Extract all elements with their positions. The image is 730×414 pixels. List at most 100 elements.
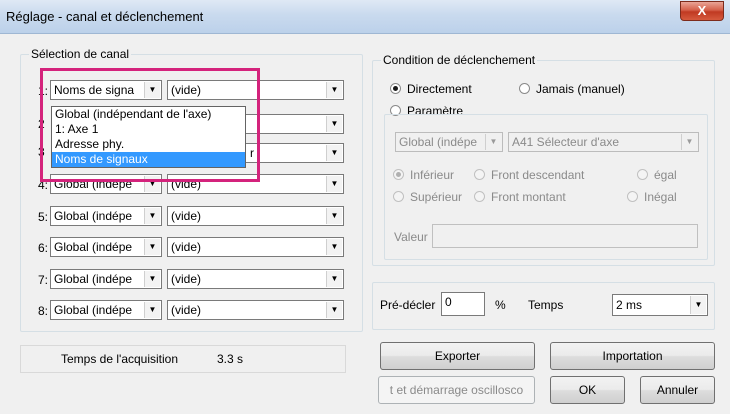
- row-6-value-combo[interactable]: (vide) ▼: [167, 237, 344, 257]
- titlebar: Réglage - canal et déclenchement X: [0, 0, 730, 34]
- valeur-field: [432, 224, 698, 248]
- exporter-button[interactable]: Exporter: [380, 342, 535, 370]
- param-axis-value: A41 Sélecteur d'axe: [512, 135, 620, 149]
- radio-unchecked-icon: [637, 169, 648, 180]
- row-6-value: (vide): [171, 240, 202, 254]
- chevron-down-icon[interactable]: ▼: [326, 302, 342, 318]
- row-1-signal-value: Noms de signa: [54, 83, 135, 97]
- radio-superieur-label: Supérieur: [410, 190, 463, 204]
- radio-inegal: Inégal: [627, 190, 677, 204]
- row-1-value: (vide): [171, 83, 202, 97]
- row-1-number: 1:: [38, 84, 49, 98]
- row-7-signal-combo[interactable]: Global (indépe ▼: [50, 269, 162, 289]
- row-4-value-combo[interactable]: (vide) ▼: [167, 174, 344, 194]
- pretrigger-unit: %: [495, 298, 506, 312]
- radio-superieur: Supérieur: [393, 190, 462, 204]
- chevron-down-icon[interactable]: ▼: [144, 302, 160, 318]
- radio-unchecked-icon[interactable]: [519, 83, 530, 94]
- pretrigger-field[interactable]: 0: [441, 292, 485, 316]
- radio-checked-icon: [393, 169, 404, 180]
- row-4-signal-combo[interactable]: Global (indépe ▼: [50, 174, 162, 194]
- chevron-down-icon[interactable]: ▼: [326, 82, 342, 98]
- chevron-down-icon: ▼: [485, 134, 501, 150]
- row-7-value-combo[interactable]: (vide) ▼: [167, 269, 344, 289]
- pretrigger-value: 0: [445, 295, 452, 309]
- row-5-value: (vide): [171, 209, 202, 223]
- row-6-number: 6:: [38, 241, 49, 255]
- radio-unchecked-icon: [474, 169, 485, 180]
- row-3-partial-text: r: [250, 146, 254, 160]
- channel-selection-label: Sélection de canal: [29, 47, 132, 61]
- row-1-value-combo[interactable]: (vide) ▼: [167, 80, 344, 100]
- row-8-number: 8:: [38, 304, 49, 318]
- chevron-down-icon[interactable]: ▼: [690, 296, 706, 314]
- row-4-number: 4:: [38, 178, 49, 192]
- row-5-signal-value: Global (indépe: [54, 209, 133, 223]
- chevron-down-icon[interactable]: ▼: [326, 239, 342, 255]
- dropdown-item-noms-signaux[interactable]: Noms de signaux: [52, 152, 245, 167]
- temps-label: Temps: [528, 298, 564, 312]
- row-8-value: (vide): [171, 303, 202, 317]
- row-3-number: 3: [38, 145, 45, 159]
- chevron-down-icon[interactable]: ▼: [326, 208, 342, 224]
- dropdown-item-global[interactable]: Global (indépendant de l'axe): [52, 107, 245, 122]
- radio-jamais[interactable]: Jamais (manuel): [519, 82, 625, 96]
- close-button[interactable]: X: [680, 1, 724, 21]
- window-title: Réglage - canal et déclenchement: [6, 9, 204, 24]
- row-7-number: 7:: [38, 273, 49, 287]
- ok-button[interactable]: OK: [550, 376, 625, 404]
- acquisition-panel: Temps de l'acquisition 3.3 s: [20, 345, 346, 373]
- row-7-signal-value: Global (indépe: [54, 272, 133, 286]
- row-7-value: (vide): [171, 272, 202, 286]
- dropdown-item-axe1[interactable]: 1: Axe 1: [52, 122, 245, 137]
- valeur-label: Valeur: [394, 230, 428, 244]
- radio-directement[interactable]: Directement: [390, 82, 472, 96]
- chevron-down-icon[interactable]: ▼: [144, 176, 160, 192]
- temps-combo[interactable]: 2 ms ▼: [612, 294, 708, 316]
- acquisition-label: Temps de l'acquisition: [61, 352, 179, 366]
- radio-egal: égal: [637, 168, 677, 182]
- acquisition-value: 3.3 s: [217, 352, 244, 366]
- radio-inferieur: Inférieur: [393, 168, 454, 182]
- row-6-signal-value: Global (indépe: [54, 240, 133, 254]
- row-8-signal-combo[interactable]: Global (indépe ▼: [50, 300, 162, 320]
- temps-value: 2 ms: [616, 298, 643, 312]
- importation-button[interactable]: Importation: [550, 342, 715, 370]
- row-5-value-combo[interactable]: (vide) ▼: [167, 206, 344, 226]
- row-4-value: (vide): [171, 177, 202, 191]
- radio-checked-icon[interactable]: [390, 83, 401, 94]
- row-5-signal-combo[interactable]: Global (indépe ▼: [50, 206, 162, 226]
- param-global-value: Global (indépe: [399, 135, 478, 149]
- row-5-number: 5:: [38, 210, 49, 224]
- close-icon: X: [697, 3, 707, 18]
- pretrigger-label: Pré-décler: [380, 298, 436, 312]
- radio-egal-label: égal: [654, 168, 677, 182]
- chevron-down-icon[interactable]: ▼: [326, 176, 342, 192]
- chevron-down-icon[interactable]: ▼: [144, 239, 160, 255]
- row-1-signal-combo[interactable]: Noms de signa ▼: [50, 80, 162, 100]
- chevron-down-icon[interactable]: ▼: [144, 82, 160, 98]
- chevron-down-icon[interactable]: ▼: [144, 208, 160, 224]
- row-8-signal-value: Global (indépe: [54, 303, 133, 317]
- radio-inferieur-label: Inférieur: [410, 168, 455, 182]
- row-6-signal-combo[interactable]: Global (indépe ▼: [50, 237, 162, 257]
- start-oscilloscope-button: t et démarrage oscillosco: [378, 376, 535, 404]
- row-8-value-combo[interactable]: (vide) ▼: [167, 300, 344, 320]
- signal-dropdown-list[interactable]: Global (indépendant de l'axe) 1: Axe 1 A…: [51, 106, 246, 168]
- trigger-condition-label: Condition de déclenchement: [381, 53, 538, 67]
- chevron-down-icon[interactable]: ▼: [326, 271, 342, 287]
- dialog-client: Sélection de canal 1: Noms de signa ▼ (v…: [0, 34, 730, 414]
- radio-inegal-label: Inégal: [644, 190, 677, 204]
- chevron-down-icon[interactable]: ▼: [144, 271, 160, 287]
- chevron-down-icon[interactable]: ▼: [326, 116, 342, 132]
- radio-jamais-label: Jamais (manuel): [536, 82, 625, 96]
- radio-front-montant: Front montant: [474, 190, 566, 204]
- param-global-combo: Global (indépe ▼: [395, 132, 503, 152]
- dropdown-item-adresse[interactable]: Adresse phy.: [52, 137, 245, 152]
- param-axis-combo: A41 Sélecteur d'axe ▼: [508, 132, 699, 152]
- radio-unchecked-icon: [474, 191, 485, 202]
- annuler-button[interactable]: Annuler: [640, 376, 715, 404]
- radio-front-montant-label: Front montant: [491, 190, 566, 204]
- radio-front-descendant: Front descendant: [474, 168, 584, 182]
- chevron-down-icon[interactable]: ▼: [326, 145, 342, 161]
